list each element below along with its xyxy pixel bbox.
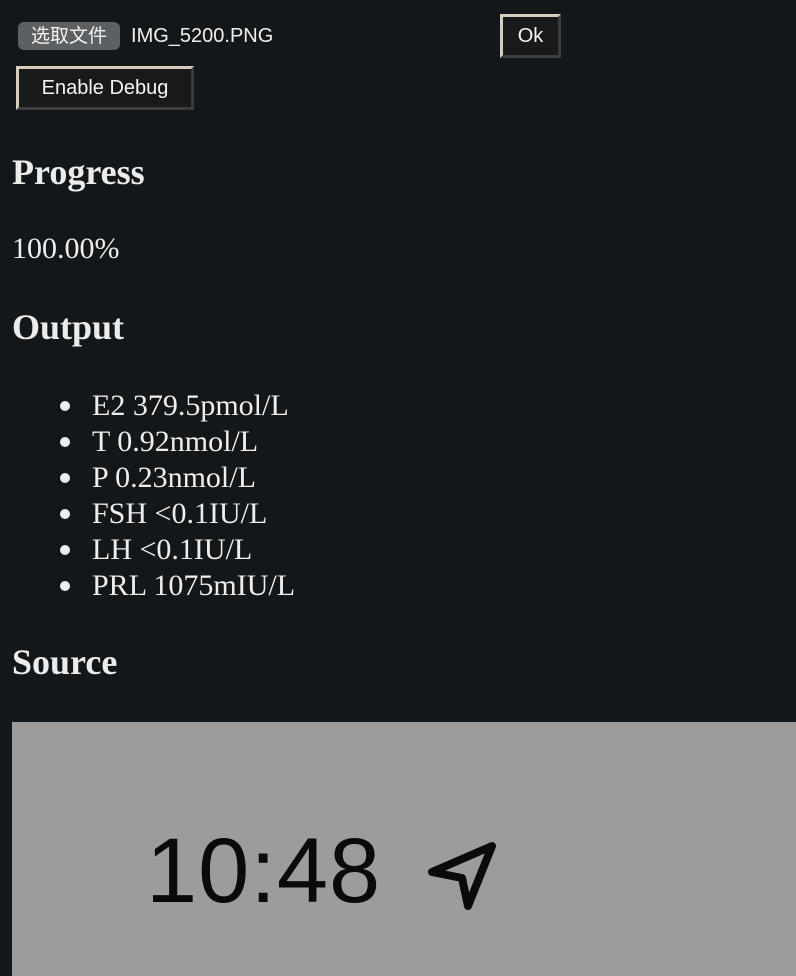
progress-value: 100.00% <box>12 232 120 265</box>
source-image: 10:48 <box>12 722 796 976</box>
file-input-row: 选取文件 IMG_5200.PNG <box>18 21 273 51</box>
list-item: PRL 1075mIU/L <box>59 569 296 602</box>
output-list: E2 379.5pmol/L T 0.92nmol/L P 0.23nmol/L… <box>59 388 296 604</box>
list-item: FSH <0.1IU/L <box>59 496 295 532</box>
selected-file-name: IMG_5200.PNG <box>131 24 274 47</box>
source-image-time: 10:48 <box>146 820 382 922</box>
list-item: P 0.23nmol/L <box>59 460 295 496</box>
enable-debug-button[interactable]: Enable Debug <box>16 66 194 110</box>
ok-button[interactable]: Ok <box>500 14 561 58</box>
source-heading: Source <box>12 642 118 682</box>
progress-heading: Progress <box>12 152 145 192</box>
choose-file-button[interactable]: 选取文件 <box>18 22 121 50</box>
location-arrow-icon <box>428 842 496 910</box>
list-item: T 0.92nmol/L <box>59 424 295 460</box>
output-heading: Output <box>12 307 125 347</box>
list-item: E2 379.5pmol/L <box>59 388 295 424</box>
list-item: LH <0.1IU/L <box>59 532 295 568</box>
